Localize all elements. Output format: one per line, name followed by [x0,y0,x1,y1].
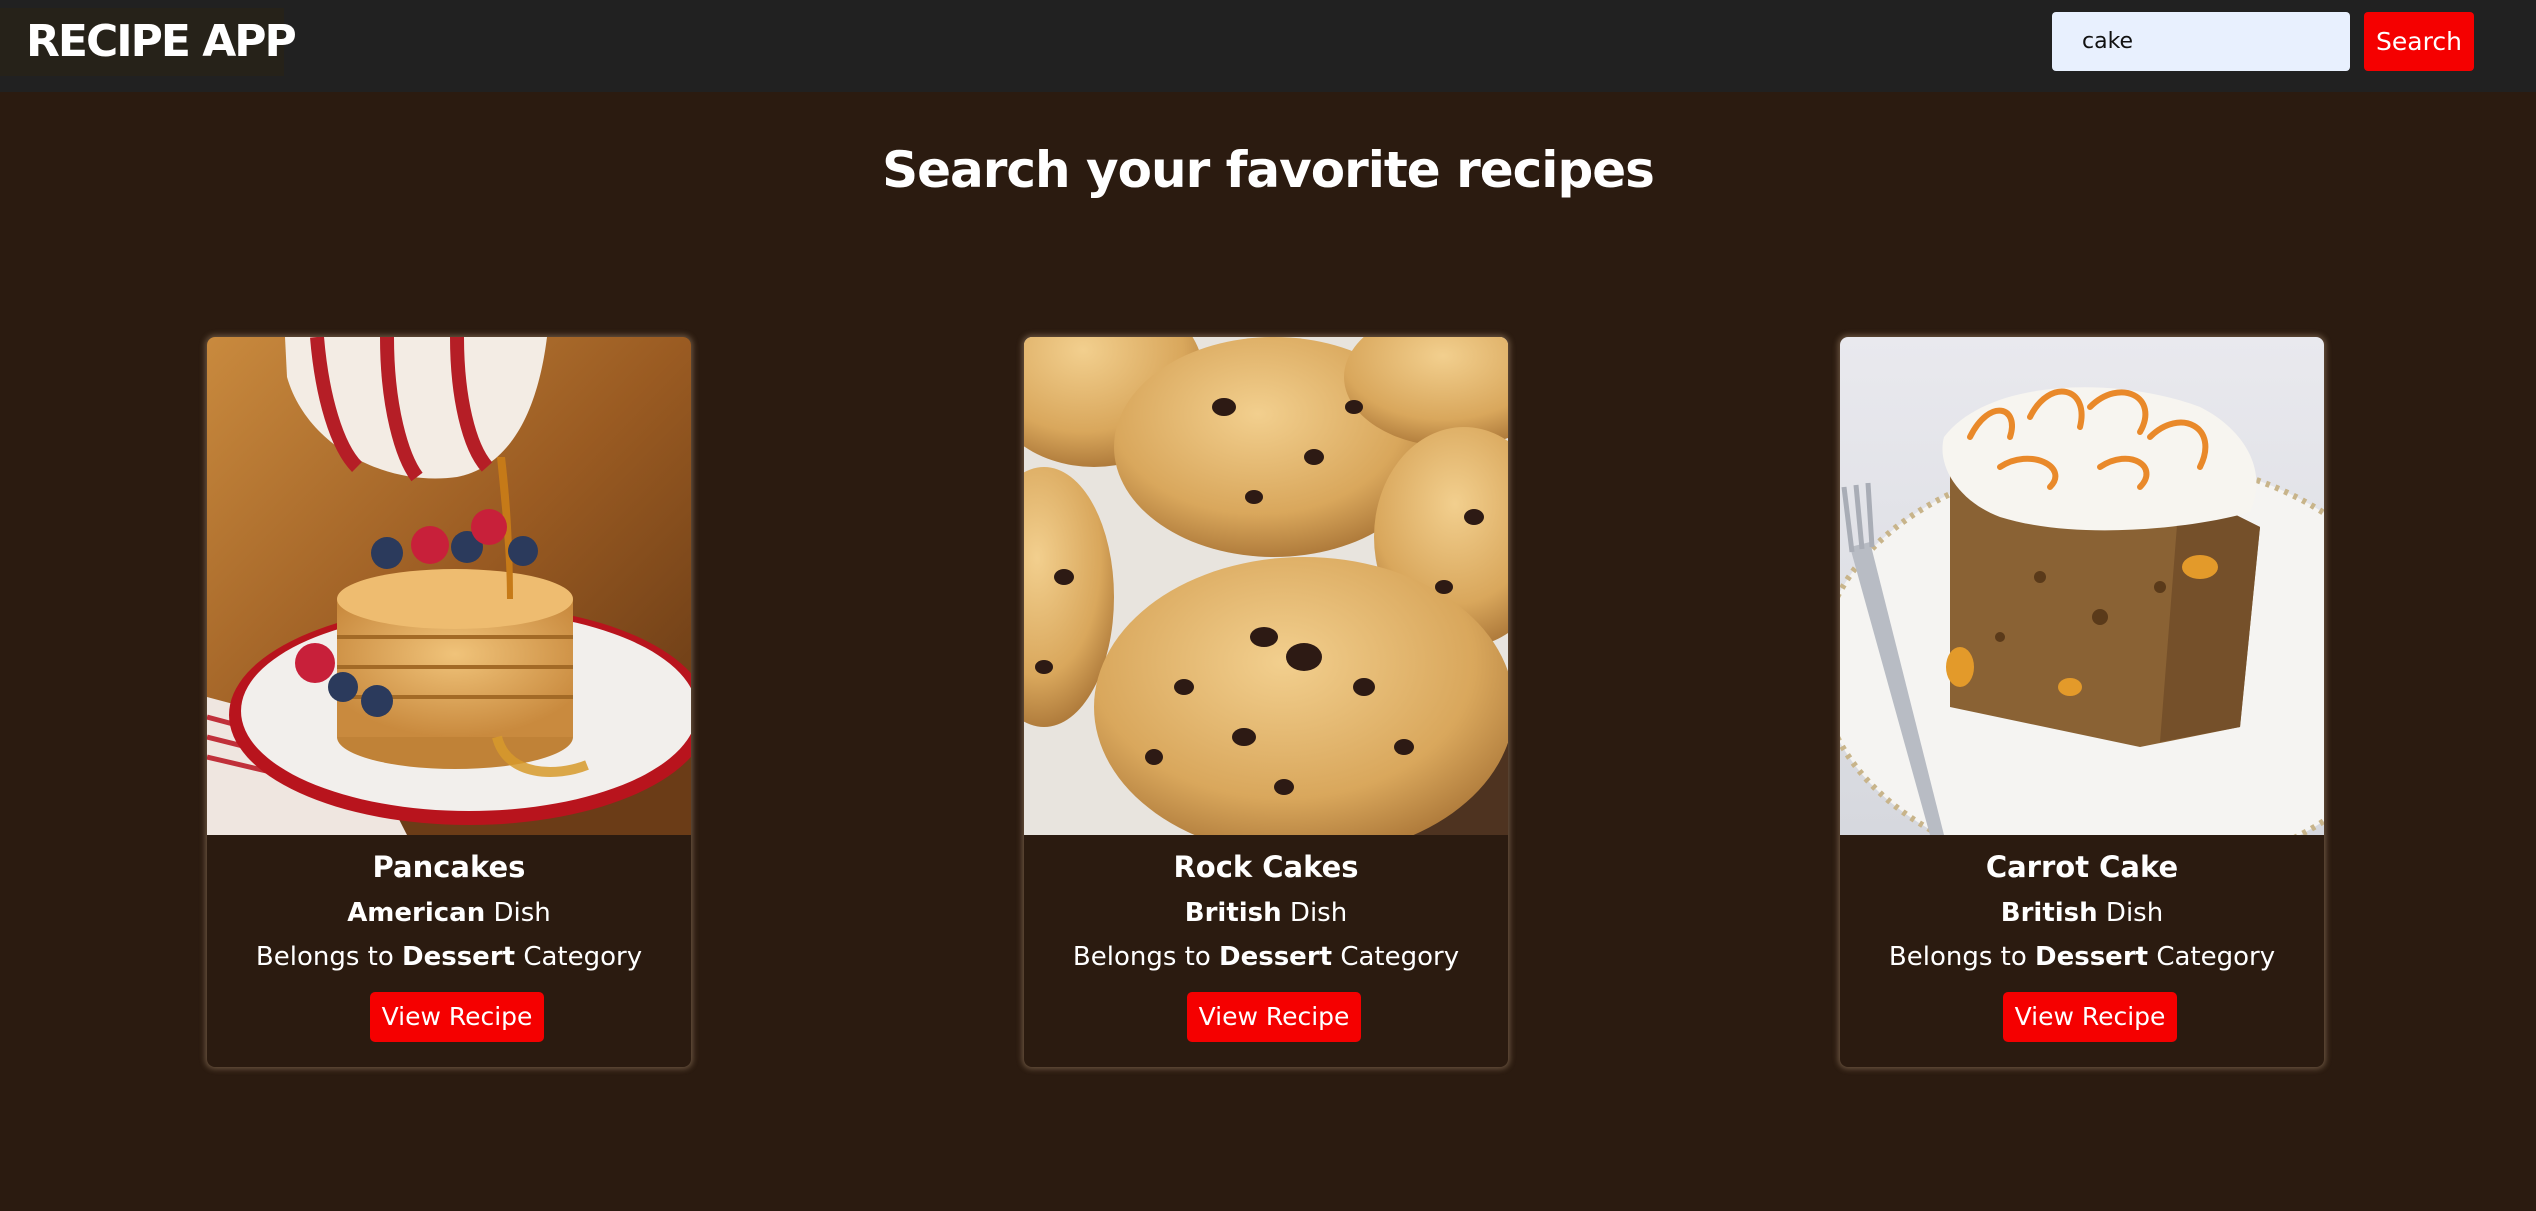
recipe-area: British Dish [1840,893,2324,933]
recipe-name: Pancakes [372,850,526,884]
recipe-name: Carrot Cake [1985,850,2179,884]
carrot-cake-photo [1840,337,2324,835]
recipe-category: Belongs to Dessert Category [207,937,691,977]
category-suffix: Category [515,942,643,972]
area-name: American [347,898,486,928]
category-prefix: Belongs to [1072,942,1220,972]
view-recipe-button[interactable]: View Recipe [2003,992,2177,1042]
recipe-category: Belongs to Dessert Category [1840,937,2324,977]
recipe-area: American Dish [207,893,691,933]
category-suffix: Category [1332,942,1460,972]
category-name: Dessert [2035,942,2149,972]
app-logo: RECIPE APP [0,8,297,76]
search-input[interactable] [2052,12,2350,71]
recipe-card: Pancakes American Dish Belongs to Desser… [207,337,691,1067]
view-recipe-button[interactable]: View Recipe [370,992,544,1042]
category-name: Dessert [402,942,516,972]
search-button[interactable]: Search [2364,12,2474,71]
view-recipe-button[interactable]: View Recipe [1187,992,1361,1042]
pancakes-photo [207,337,691,835]
recipe-name: Rock Cakes [1173,850,1359,884]
recipe-card: Carrot Cake British Dish Belongs to Dess… [1840,337,2324,1067]
area-suffix: Dish [2097,898,2164,928]
category-prefix: Belongs to [1888,942,2036,972]
top-navbar: RECIPE APP Search [0,0,2536,92]
area-suffix: Dish [1281,898,1348,928]
area-name: British [1184,898,1282,928]
recipe-category: Belongs to Dessert Category [1024,937,1508,977]
category-name: Dessert [1219,942,1333,972]
area-name: British [2000,898,2098,928]
page-title: Search your favorite recipes [882,141,1655,199]
category-prefix: Belongs to [255,942,403,972]
area-suffix: Dish [485,898,551,928]
rock-cakes-photo [1024,337,1508,835]
recipe-card: Rock Cakes British Dish Belongs to Desse… [1024,337,1508,1067]
category-suffix: Category [2148,942,2276,972]
recipe-area: British Dish [1024,893,1508,933]
